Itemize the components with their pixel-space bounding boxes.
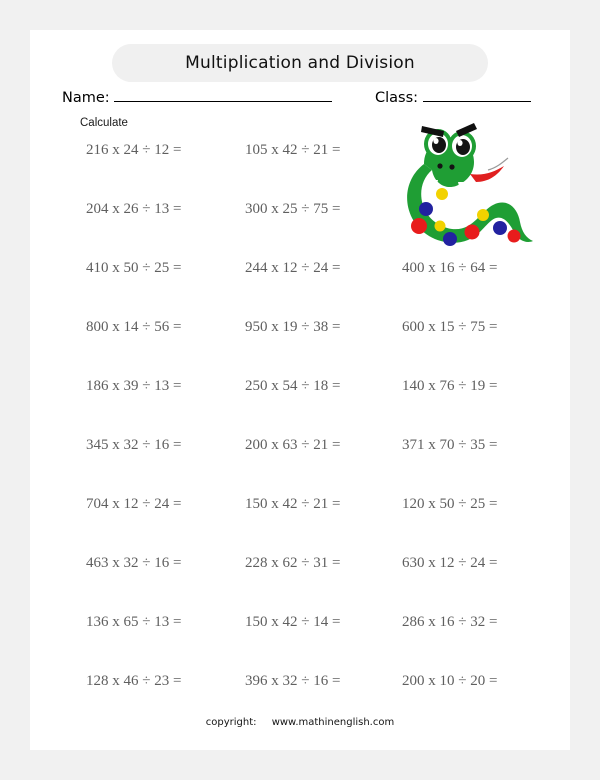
problem-cell: 250 x 54 ÷ 18 = [245,378,341,394]
name-input-rule[interactable] [114,88,333,102]
problem-cell: 204 x 26 ÷ 13 = [86,201,182,217]
title-banner: Multiplication and Division [112,44,488,82]
student-info-row: Name: Class: [62,88,540,112]
problem-row: 186 x 39 ÷ 13 = 250 x 54 ÷ 18 = 140 x 76… [30,378,570,437]
problem-cell: 200 x 10 ÷ 20 = [402,673,498,689]
problem-cell: 140 x 76 ÷ 19 = [402,378,498,394]
footer-website: www.mathinenglish.com [271,717,395,728]
problem-cell: 300 x 25 ÷ 75 = [245,201,341,217]
page-title: Multiplication and Division [185,53,415,73]
problem-cell: 128 x 46 ÷ 23 = [86,673,182,689]
problem-cell: 410 x 50 ÷ 25 = [86,260,182,276]
problem-cell: 704 x 12 ÷ 24 = [86,496,182,512]
class-field-group: Class: [375,88,531,107]
problem-row: 463 x 32 ÷ 16 = 228 x 62 ÷ 31 = 630 x 12… [30,555,570,614]
problem-cell: 228 x 62 ÷ 31 = [245,555,341,571]
worksheet-page: Multiplication and Division Name: Class:… [30,30,570,750]
problem-cell: 600 x 15 ÷ 75 = [402,319,498,335]
problem-cell: 244 x 12 ÷ 24 = [245,260,341,276]
problem-cell: 105 x 42 ÷ 21 = [245,142,341,158]
problem-row: 704 x 12 ÷ 24 = 150 x 42 ÷ 21 = 120 x 50… [30,496,570,555]
problem-cell: 136 x 65 ÷ 13 = [86,614,182,630]
instruction-label: Calculate [80,117,128,129]
class-label: Class: [375,90,419,106]
problem-cell: 400 x 16 ÷ 64 = [402,260,498,276]
problem-row: 345 x 32 ÷ 16 = 200 x 63 ÷ 21 = 371 x 70… [30,437,570,496]
footer: copyright: www.mathinenglish.com [30,717,570,728]
problem-grid: 216 x 24 ÷ 12 = 105 x 42 ÷ 21 = 204 x 26… [30,142,570,732]
problem-cell: 950 x 19 ÷ 38 = [245,319,341,335]
problem-cell: 371 x 70 ÷ 35 = [402,437,498,453]
problem-row: 216 x 24 ÷ 12 = 105 x 42 ÷ 21 = [30,142,570,201]
class-input-rule[interactable] [422,88,531,102]
problem-cell: 120 x 50 ÷ 25 = [402,496,498,512]
problem-cell: 630 x 12 ÷ 24 = [402,555,498,571]
name-label: Name: [62,90,110,106]
problem-cell: 150 x 42 ÷ 21 = [245,496,341,512]
problem-cell: 345 x 32 ÷ 16 = [86,437,182,453]
name-field-group: Name: [62,88,333,107]
problem-cell: 200 x 63 ÷ 21 = [245,437,341,453]
problem-cell: 216 x 24 ÷ 12 = [86,142,182,158]
problem-row: 136 x 65 ÷ 13 = 150 x 42 ÷ 14 = 286 x 16… [30,614,570,673]
problem-row: 204 x 26 ÷ 13 = 300 x 25 ÷ 75 = [30,201,570,260]
problem-row: 410 x 50 ÷ 25 = 244 x 12 ÷ 24 = 400 x 16… [30,260,570,319]
copyright-label: copyright: [205,717,257,728]
problem-cell: 463 x 32 ÷ 16 = [86,555,182,571]
problem-cell: 396 x 32 ÷ 16 = [245,673,341,689]
problem-cell: 800 x 14 ÷ 56 = [86,319,182,335]
problem-cell: 186 x 39 ÷ 13 = [86,378,182,394]
problem-cell: 150 x 42 ÷ 14 = [245,614,341,630]
problem-cell: 286 x 16 ÷ 32 = [402,614,498,630]
problem-row: 800 x 14 ÷ 56 = 950 x 19 ÷ 38 = 600 x 15… [30,319,570,378]
